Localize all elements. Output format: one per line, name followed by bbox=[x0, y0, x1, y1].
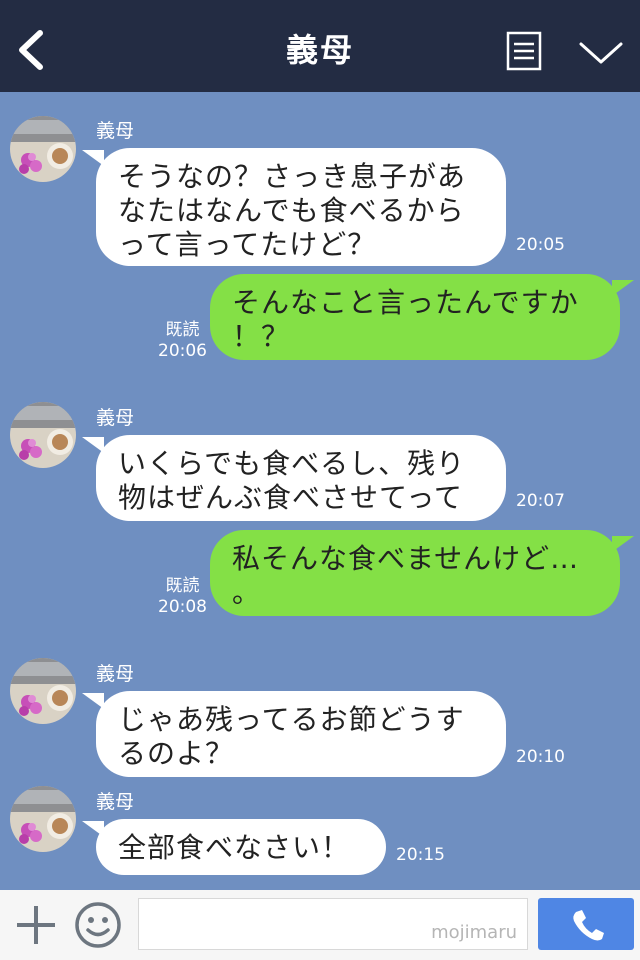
message-line: 物はぜんぶ食べさせてって bbox=[118, 481, 463, 514]
message-line: そんなこと言ったんですか bbox=[232, 286, 579, 319]
message-input[interactable]: mojimaru bbox=[138, 898, 528, 950]
message-time: 20:07 bbox=[516, 491, 565, 511]
menu-button[interactable] bbox=[506, 31, 542, 71]
avatar[interactable] bbox=[10, 402, 76, 468]
chat-header: 義母 bbox=[0, 0, 640, 92]
message-line: ！？ bbox=[232, 320, 291, 353]
message-line: 全部食べなさい！ bbox=[118, 831, 351, 864]
incoming-message-bubble[interactable]: 全部食べなさい！ bbox=[96, 819, 386, 875]
plus-icon bbox=[17, 906, 55, 944]
collapse-button[interactable] bbox=[578, 36, 624, 68]
avatar[interactable] bbox=[10, 658, 76, 724]
read-label: 既読 bbox=[165, 576, 200, 596]
sender-name: 義母 bbox=[96, 791, 135, 813]
bubble-tail bbox=[612, 536, 634, 552]
incoming-message-bubble[interactable]: じゃあ残ってるお節どうす るのよ？ bbox=[96, 691, 506, 777]
coffee-flower-avatar-icon bbox=[10, 116, 76, 182]
message-line: 。 bbox=[232, 576, 262, 609]
message-line: なたはなんでも食べるから bbox=[118, 194, 465, 227]
message-line: るのよ？ bbox=[118, 737, 235, 770]
menu-lines-icon bbox=[506, 31, 542, 71]
call-button[interactable] bbox=[538, 898, 634, 950]
coffee-flower-avatar-icon bbox=[10, 786, 76, 852]
chat-area[interactable]: 義母 そうなの？さっき息子があ なたはなんでも食べるから って言ってたけど？ 2… bbox=[0, 92, 640, 890]
chevron-down-icon bbox=[579, 42, 623, 64]
attach-button[interactable] bbox=[14, 903, 58, 947]
watermark: mojimaru bbox=[431, 922, 517, 943]
sender-name: 義母 bbox=[96, 663, 135, 685]
smiley-icon bbox=[75, 902, 121, 948]
message-line: そうなの？さっき息子があ bbox=[118, 160, 467, 193]
message-time: 20:06 bbox=[158, 341, 207, 361]
read-receipt: 既読 20:06 bbox=[158, 320, 207, 362]
message-line: って言ってたけど？ bbox=[118, 228, 377, 261]
message-line: いくらでも食べるし、残り bbox=[118, 447, 466, 480]
incoming-message-bubble[interactable]: いくらでも食べるし、残り 物はぜんぶ食べさせてって bbox=[96, 435, 506, 521]
emoji-button[interactable] bbox=[74, 901, 122, 949]
coffee-flower-avatar-icon bbox=[10, 402, 76, 468]
sender-name: 義母 bbox=[96, 120, 135, 142]
outgoing-message-bubble[interactable]: 私そんな食べませんけど… 。 bbox=[210, 530, 620, 616]
message-line: 私そんな食べませんけど… bbox=[232, 542, 580, 575]
phone-icon bbox=[573, 910, 604, 941]
sender-name: 義母 bbox=[96, 407, 135, 429]
message-time: 20:15 bbox=[396, 845, 445, 865]
avatar[interactable] bbox=[10, 116, 76, 182]
message-line: じゃあ残ってるお節どうす bbox=[118, 703, 465, 736]
outgoing-message-bubble[interactable]: そんなこと言ったんですか ！？ bbox=[210, 274, 620, 360]
avatar[interactable] bbox=[10, 786, 76, 852]
coffee-flower-avatar-icon bbox=[10, 658, 76, 724]
incoming-message-bubble[interactable]: そうなの？さっき息子があ なたはなんでも食べるから って言ってたけど？ bbox=[96, 148, 506, 266]
message-time: 20:05 bbox=[516, 235, 565, 255]
read-receipt: 既読 20:08 bbox=[158, 576, 207, 618]
read-label: 既読 bbox=[165, 320, 200, 340]
message-time: 20:08 bbox=[158, 597, 207, 617]
chat-title: 義母 bbox=[285, 31, 354, 69]
bubble-tail bbox=[612, 280, 634, 296]
message-time: 20:10 bbox=[516, 747, 565, 767]
